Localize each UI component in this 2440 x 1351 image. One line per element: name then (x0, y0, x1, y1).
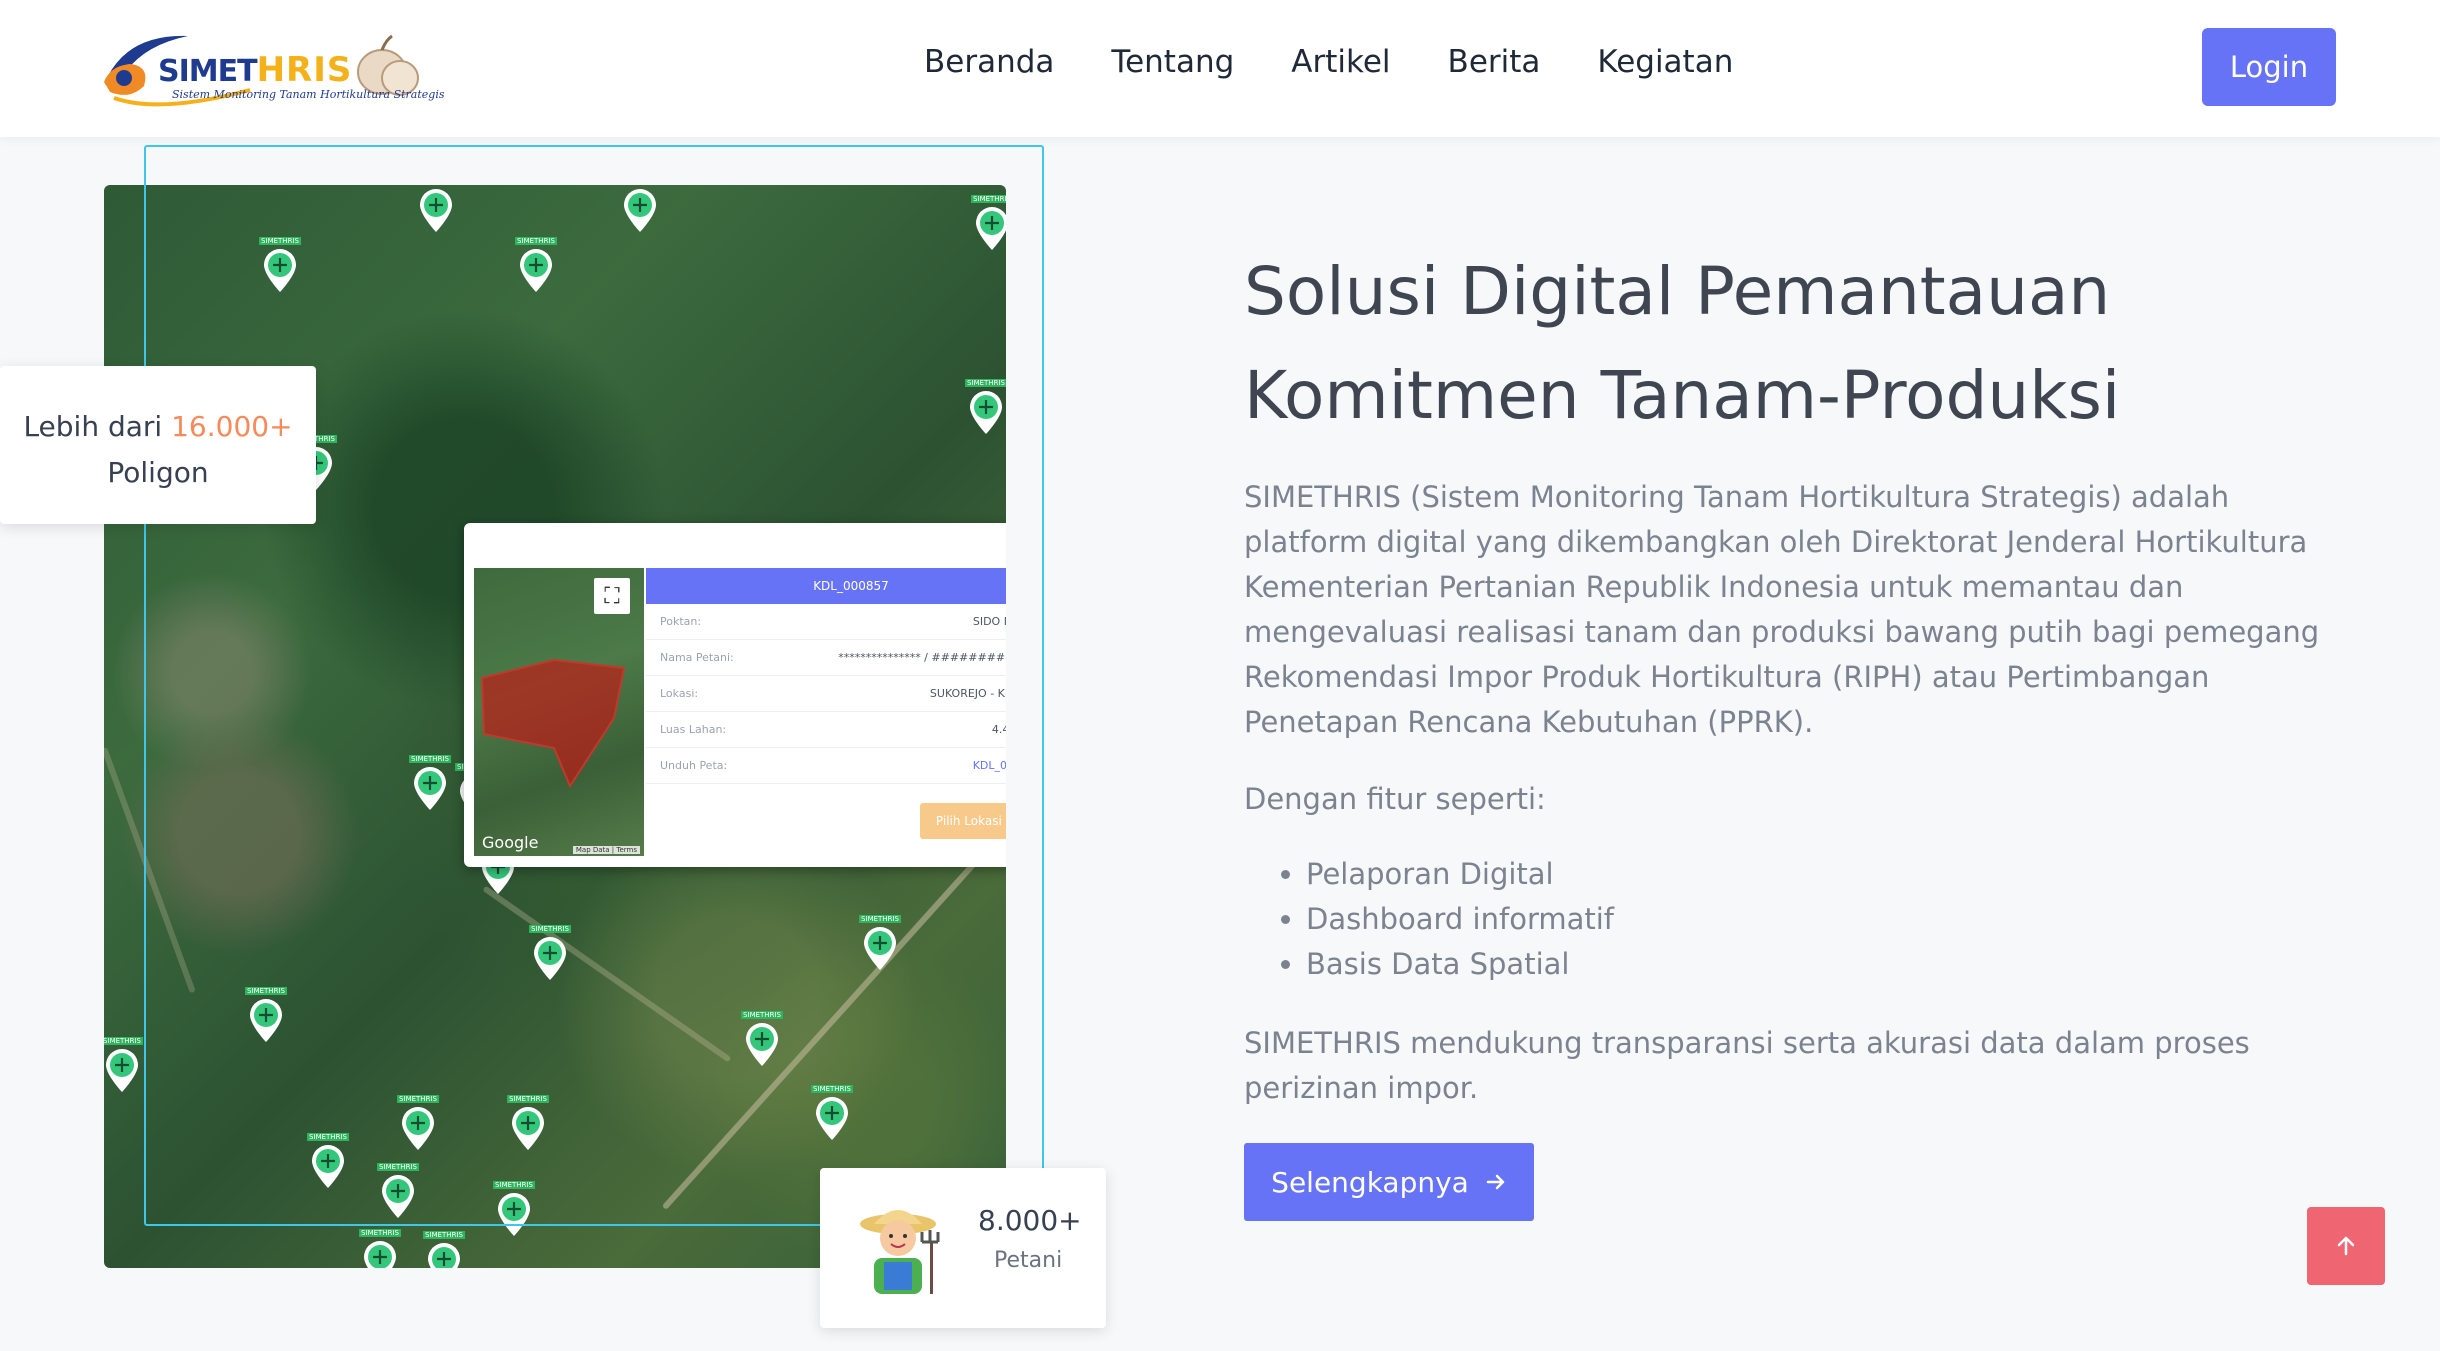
polygon-count: 16.000+ (171, 410, 293, 443)
nav-beranda[interactable]: Beranda (924, 44, 1054, 80)
read-more-button[interactable]: Selengkapnya (1244, 1143, 1534, 1221)
marker-pin-icon (106, 1049, 138, 1092)
map-marker-icon[interactable]: SIMETHRIS (104, 1037, 143, 1093)
marker-pin-icon (428, 1243, 460, 1268)
marker-label: SIMETHRIS (104, 1037, 143, 1045)
map-marker-icon[interactable]: SIMETHRIS (359, 1229, 401, 1268)
logo-tagline: Sistem Monitoring Tanam Hortikultura Str… (172, 88, 445, 101)
feature-list: Pelaporan Digital Dashboard informatif B… (1276, 852, 1614, 987)
polygon-label: Poligon (107, 456, 209, 489)
arrow-up-icon (2337, 1236, 2355, 1256)
nav-kegiatan[interactable]: Kegiatan (1597, 44, 1733, 80)
nav-berita[interactable]: Berita (1448, 44, 1541, 80)
farmer-label: Petani (994, 1248, 1063, 1273)
feature-item: Dashboard informatif (1306, 897, 1614, 942)
map-decorative-frame (144, 145, 1044, 1226)
features-intro: Dengan fitur seperti: (1244, 782, 1546, 816)
login-button[interactable]: Login (2202, 28, 2336, 106)
description: SIMETHRIS (Sistem Monitoring Tanam Horti… (1244, 480, 2320, 739)
logo-text-a: SIMET (158, 54, 258, 89)
logo-text-b: HRIS (256, 50, 353, 90)
feature-item: Basis Data Spatial (1306, 942, 1614, 987)
map-marker-icon[interactable]: SIMETHRIS (423, 1231, 465, 1268)
nav-tentang[interactable]: Tentang (1111, 44, 1234, 80)
feature-item: Pelaporan Digital (1306, 852, 1614, 897)
logo-wordmark: SIMETHRIS (158, 50, 352, 90)
read-more-label: Selengkapnya (1271, 1165, 1469, 1199)
site-header: SIMETHRIS Sistem Monitoring Tanam Hortik… (0, 0, 2440, 137)
marker-label: SIMETHRIS (359, 1229, 401, 1237)
main-nav: Beranda Tentang Artikel Berita Kegiatan (924, 44, 1790, 80)
marker-pin-icon (364, 1241, 396, 1268)
title-line-1: Solusi Digital Pemantauan (1244, 253, 2111, 330)
farmer-stat-card: 8.000+ Petani (820, 1168, 1106, 1328)
scroll-to-top-button[interactable] (2307, 1207, 2385, 1285)
simethris-logo[interactable]: SIMETHRIS Sistem Monitoring Tanam Hortik… (100, 26, 445, 110)
arrow-right-icon (1486, 1174, 1505, 1190)
title-line-2: Komitmen Tanam-Produksi (1244, 357, 2121, 434)
closing-text: SIMETHRIS mendukung transparansi serta a… (1244, 1026, 2250, 1105)
polygon-stat-card: Lebih dari 16.000+ Poligon (0, 366, 316, 524)
farmer-icon (860, 1210, 940, 1294)
polygon-prefix: Lebih dari (23, 410, 163, 443)
farmer-count: 8.000+ (978, 1204, 1082, 1237)
marker-label: SIMETHRIS (423, 1231, 465, 1239)
nav-artikel[interactable]: Artikel (1291, 44, 1390, 80)
page-title: Solusi Digital Pemantauan Komitmen Tanam… (1244, 240, 2344, 448)
